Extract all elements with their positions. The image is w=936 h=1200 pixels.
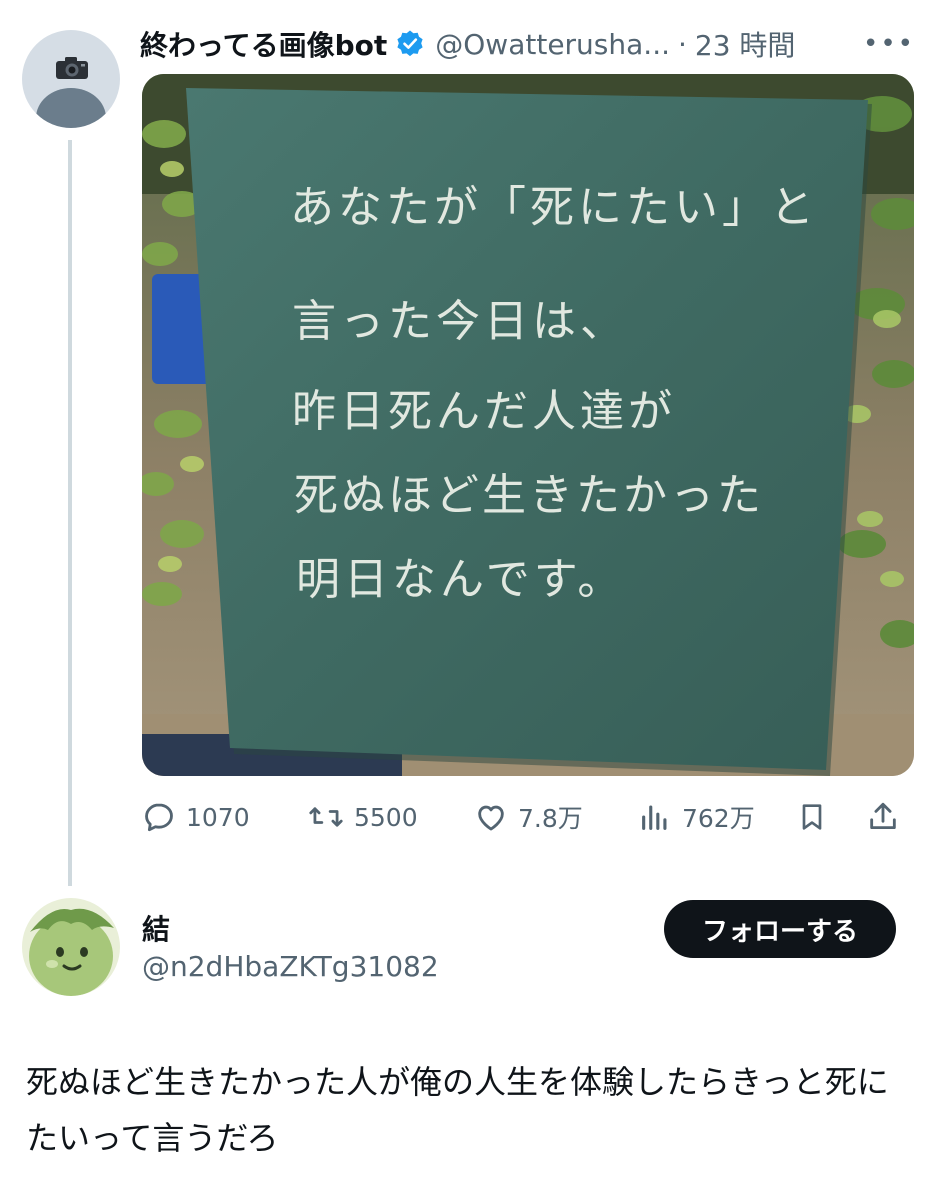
share-button[interactable] [866, 800, 914, 834]
reply-user-display-name[interactable]: 結 [142, 908, 170, 948]
analytics-icon [642, 805, 667, 830]
board-line-4: 死ぬほど生きたかった [294, 470, 764, 521]
reply-button[interactable]: 1070 [142, 800, 308, 834]
like-count: 7.8万 [518, 804, 583, 833]
thread-connector-line [68, 140, 72, 886]
green-character-avatar [22, 898, 120, 996]
heart-icon [478, 805, 504, 831]
avatar-silhouette [36, 88, 106, 128]
tweet-action-bar: 1070 5500 7.8万 762万 [142, 792, 914, 842]
tweet-photo[interactable]: あなたが「死にたい」と 言った今日は、 昨日死んだ人達が 死ぬほど生きたかった … [142, 74, 914, 776]
camera-icon [56, 57, 88, 79]
verified-badge-icon [397, 30, 423, 57]
views-count: 762万 [682, 804, 755, 833]
more-options-icon[interactable]: ••• [863, 29, 915, 59]
author-display-name[interactable]: 終わってる画像bot [140, 24, 387, 64]
board-line-2: 言った今日は、 [292, 296, 628, 347]
reply-post-text: 死ぬほど生きたかった人が俺の人生を体験したらきっと死にたいって言うだろ [26, 1063, 889, 1157]
reply-user-handle[interactable]: @n2dHbaZKTg31082 [142, 950, 439, 983]
views-button[interactable]: 762万 [638, 799, 796, 835]
header-separator: · [678, 27, 687, 61]
reply-user-avatar[interactable] [22, 898, 120, 996]
board-line-5: 明日なんです。 [296, 554, 625, 605]
chalkboard-photo: あなたが「死にたい」と 言った今日は、 昨日死んだ人達が 死ぬほど生きたかった … [142, 74, 914, 776]
bookmark-icon [802, 804, 822, 830]
bookmark-button[interactable] [796, 800, 866, 834]
reply-count: 1070 [186, 802, 250, 832]
retweet-button[interactable]: 5500 [308, 800, 474, 834]
tweet-header: 終わってる画像bot @Owatterusha... · 23 時間 ••• [140, 22, 915, 66]
retweet-icon [309, 807, 343, 827]
tweet-timestamp[interactable]: 23 時間 [695, 24, 796, 64]
like-button[interactable]: 7.8万 [474, 799, 638, 835]
retweet-count: 5500 [354, 802, 418, 832]
share-icon [870, 802, 896, 830]
bot-avatar[interactable] [22, 30, 120, 128]
follow-button[interactable]: フォローする [664, 900, 896, 958]
reply-icon [145, 803, 173, 832]
author-handle[interactable]: @Owatterusha... [435, 28, 670, 61]
board-line-1: あなたが「死にたい」と [290, 182, 818, 233]
board-line-3: 昨日死んだ人達が [292, 386, 676, 437]
